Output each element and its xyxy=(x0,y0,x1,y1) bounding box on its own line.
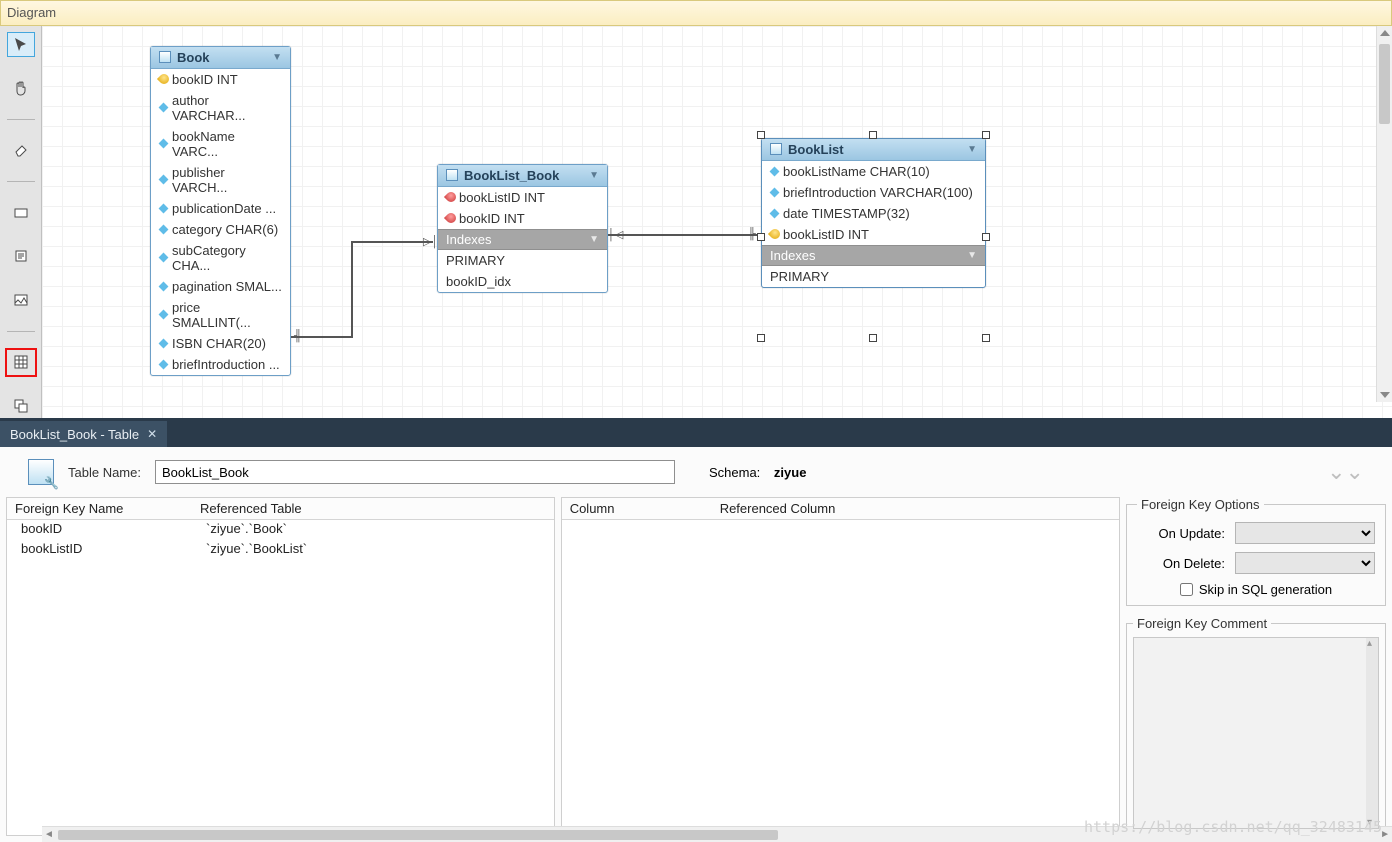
table-editor: Table Name: Schema: ziyue ⌄⌄ Foreign Key… xyxy=(0,447,1392,842)
resize-handle[interactable] xyxy=(869,334,877,342)
schema-label: Schema: ziyue xyxy=(709,465,806,480)
chevron-down-icon[interactable]: ▼ xyxy=(967,144,977,155)
layer-tool[interactable] xyxy=(7,200,35,225)
chevron-down-icon[interactable]: ▼ xyxy=(589,170,599,181)
entity-book[interactable]: Book ▼ bookID INT author VARCHAR... book… xyxy=(150,46,291,376)
ribbon: Diagram xyxy=(0,0,1392,26)
column-icon xyxy=(159,338,169,348)
indexes-section[interactable]: Indexes▼ xyxy=(762,245,985,266)
entity-booklist-book[interactable]: BookList_Book ▼ bookListID INT bookID IN… xyxy=(437,164,608,293)
tool-palette xyxy=(0,26,42,419)
entity-header[interactable]: BookList_Book ▼ xyxy=(438,165,607,187)
editor-tab[interactable]: BookList_Book - Table ✕ xyxy=(0,421,167,447)
primary-key-icon xyxy=(157,72,171,86)
fk-comment-legend: Foreign Key Comment xyxy=(1133,616,1271,631)
column-icon xyxy=(159,359,169,369)
entity-booklist[interactable]: BookList ▼ bookListName CHAR(10) briefIn… xyxy=(761,138,986,288)
note-tool[interactable] xyxy=(7,244,35,269)
skip-sql-label: Skip in SQL generation xyxy=(1199,582,1332,597)
foreign-key-icon xyxy=(444,211,458,225)
entity-header[interactable]: BookList ▼ xyxy=(762,139,985,161)
new-table-tool[interactable] xyxy=(7,350,35,375)
fk-options-legend: Foreign Key Options xyxy=(1137,497,1264,512)
column-icon xyxy=(159,281,169,291)
column-icon xyxy=(159,139,169,149)
on-update-select[interactable] xyxy=(1235,522,1375,544)
ribbon-title: Diagram xyxy=(7,5,56,20)
column-icon xyxy=(159,253,169,263)
skip-sql-checkbox[interactable] xyxy=(1180,583,1193,596)
resize-handle[interactable] xyxy=(869,131,877,139)
cardinality-icon: ╟ xyxy=(748,228,756,240)
eraser-tool[interactable] xyxy=(7,138,35,163)
column-icon xyxy=(770,166,780,176)
resize-handle[interactable] xyxy=(757,131,765,139)
cardinality-icon: │◁ xyxy=(608,228,623,241)
resize-handle[interactable] xyxy=(982,131,990,139)
column-icon xyxy=(770,208,780,218)
diagram-canvas[interactable]: Book ▼ bookID INT author VARCHAR... book… xyxy=(42,26,1392,419)
vertical-scrollbar[interactable] xyxy=(1376,26,1392,403)
editor-header: Table Name: Schema: ziyue ⌄⌄ xyxy=(0,447,1392,497)
cardinality-icon: ╢ xyxy=(294,330,302,342)
resize-handle[interactable] xyxy=(757,233,765,241)
column-icon xyxy=(159,310,169,320)
routine-tool[interactable] xyxy=(7,393,35,418)
foreign-key-list: Foreign Key Name Referenced Table bookID… xyxy=(6,497,555,836)
entity-title: BookList_Book xyxy=(464,168,559,183)
foreign-key-icon xyxy=(444,190,458,204)
resize-handle[interactable] xyxy=(757,334,765,342)
table-icon xyxy=(159,51,171,63)
column-icon xyxy=(159,103,169,113)
fk-comment-textarea[interactable] xyxy=(1133,637,1379,829)
entity-title: BookList xyxy=(788,142,844,157)
hand-tool[interactable] xyxy=(7,75,35,100)
column-icon xyxy=(159,175,169,185)
close-icon[interactable]: ✕ xyxy=(147,427,157,441)
table-row[interactable]: bookID `ziyue`.`Book` xyxy=(7,520,554,540)
col-header-fk-name[interactable]: Foreign Key Name xyxy=(7,498,192,519)
table-icon xyxy=(770,143,782,155)
entity-title: Book xyxy=(177,50,210,65)
entity-header[interactable]: Book ▼ xyxy=(151,47,290,69)
on-update-label: On Update: xyxy=(1159,526,1226,541)
col-header-ref-table[interactable]: Referenced Table xyxy=(192,498,310,519)
col-header-column[interactable]: Column xyxy=(562,498,712,519)
on-delete-select[interactable] xyxy=(1235,552,1375,574)
schema-value: ziyue xyxy=(774,465,807,480)
fk-comment-fieldset: Foreign Key Comment xyxy=(1126,616,1386,836)
column-mapping: Column Referenced Column xyxy=(561,497,1120,836)
table-icon xyxy=(28,459,54,485)
resize-handle[interactable] xyxy=(982,233,990,241)
pointer-tool[interactable] xyxy=(7,32,35,57)
column-icon xyxy=(770,187,780,197)
fk-options-panel: Foreign Key Options On Update: On Delete… xyxy=(1126,497,1386,836)
resize-handle[interactable] xyxy=(982,334,990,342)
editor-tabstrip: BookList_Book - Table ✕ xyxy=(0,418,1392,447)
chevron-down-icon[interactable]: ▼ xyxy=(272,52,282,63)
table-row[interactable]: bookListID `ziyue`.`BookList` xyxy=(7,540,554,560)
primary-key-icon xyxy=(768,227,782,241)
table-name-input[interactable] xyxy=(155,460,675,484)
on-delete-label: On Delete: xyxy=(1163,556,1225,571)
indexes-section[interactable]: Indexes▼ xyxy=(438,229,607,250)
col-header-ref-column[interactable]: Referenced Column xyxy=(712,498,844,519)
fk-options-fieldset: Foreign Key Options On Update: On Delete… xyxy=(1126,497,1386,606)
table-name-label: Table Name: xyxy=(68,465,141,480)
column-icon xyxy=(159,224,169,234)
table-icon xyxy=(446,169,458,181)
image-tool[interactable] xyxy=(7,287,35,312)
tab-label: BookList_Book - Table xyxy=(10,427,139,442)
column-icon xyxy=(159,203,169,213)
workspace: Book ▼ bookID INT author VARCHAR... book… xyxy=(0,26,1392,419)
expand-icon[interactable]: ⌄⌄ xyxy=(1327,459,1364,485)
